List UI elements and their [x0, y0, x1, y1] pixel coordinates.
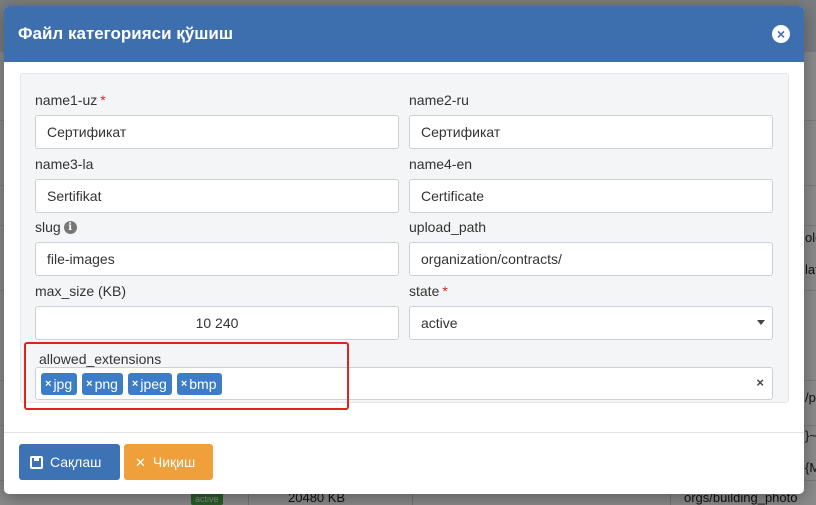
name4-en-label: name4-en — [409, 156, 473, 172]
exit-button[interactable]: ✕ Чиқиш — [124, 444, 213, 480]
max-size-field: max_size (KB) 10 240 — [35, 281, 399, 340]
name4-en-input[interactable]: Certificate — [409, 179, 773, 213]
name3-la-field: name3-la Sertifikat — [35, 154, 399, 213]
footer-divider — [4, 432, 804, 433]
info-icon[interactable]: i — [63, 220, 77, 234]
close-icon[interactable]: × — [772, 25, 790, 43]
name1-uz-field: name1-uz * Сертификат — [35, 90, 399, 149]
slug-input[interactable]: file-images — [35, 242, 399, 276]
save-button[interactable]: Сақлаш — [19, 444, 120, 480]
modal-header: Файл категорияси қўшиш × — [4, 6, 804, 62]
name2-ru-field: name2-ru Сертификат — [409, 90, 773, 149]
name1-uz-label-text: name1-uz — [35, 92, 98, 108]
name1-uz-label: name1-uz * — [35, 90, 399, 110]
clear-all-icon[interactable]: × — [756, 375, 764, 390]
slug-label: slug i — [35, 217, 399, 237]
name2-ru-label: name2-ru — [409, 92, 469, 108]
modal-title: Файл категорияси қўшиш — [18, 24, 234, 43]
allowed-extensions-input[interactable]: × jpg × png × jpeg × bmp × — [35, 367, 773, 400]
tag-jpg: × jpg — [41, 372, 78, 395]
max-size-label: max_size (KB) — [35, 283, 127, 299]
max-size-input[interactable]: 10 240 — [35, 306, 399, 340]
tag-label: png — [94, 375, 118, 392]
tag-label: jpeg — [140, 375, 167, 392]
add-file-category-modal: Файл категорияси қўшиш × name1-uz * Серт… — [4, 6, 804, 494]
slug-field: slug i file-images — [35, 217, 399, 276]
floppy-disk-icon — [30, 455, 43, 469]
allowed-extensions-label: allowed_extensions — [39, 351, 162, 367]
tag-png: × png — [82, 372, 123, 395]
name1-uz-input[interactable]: Сертификат — [35, 115, 399, 149]
state-field: state * active — [409, 281, 773, 340]
state-select-value: active — [421, 315, 458, 331]
name3-la-input[interactable]: Sertifikat — [35, 179, 399, 213]
required-marker: * — [442, 283, 448, 299]
remove-tag-icon[interactable]: × — [132, 373, 138, 395]
x-icon: ✕ — [135, 454, 146, 470]
remove-tag-icon[interactable]: × — [86, 373, 92, 395]
state-select[interactable]: active — [409, 306, 773, 340]
remove-tag-icon[interactable]: × — [45, 373, 51, 395]
tag-label: bmp — [189, 375, 217, 392]
state-label-text: state — [409, 283, 440, 299]
state-label: state * — [409, 281, 773, 301]
tag-jpeg: × jpeg — [127, 372, 172, 395]
tag-bmp: × bmp — [176, 372, 222, 395]
name2-ru-input[interactable]: Сертификат — [409, 115, 773, 149]
exit-button-label: Чиқиш — [152, 454, 196, 470]
save-button-label: Сақлаш — [50, 454, 102, 470]
required-marker: * — [100, 92, 106, 108]
upload-path-label: upload_path — [409, 219, 487, 235]
slug-label-text: slug — [35, 219, 61, 235]
tag-label: jpg — [53, 375, 73, 392]
upload-path-input[interactable]: organization/contracts/ — [409, 242, 773, 276]
name4-en-field: name4-en Certificate — [409, 154, 773, 213]
upload-path-field: upload_path organization/contracts/ — [409, 217, 773, 276]
remove-tag-icon[interactable]: × — [181, 373, 187, 395]
caret-down-icon — [757, 320, 765, 325]
name3-la-label: name3-la — [35, 156, 94, 172]
